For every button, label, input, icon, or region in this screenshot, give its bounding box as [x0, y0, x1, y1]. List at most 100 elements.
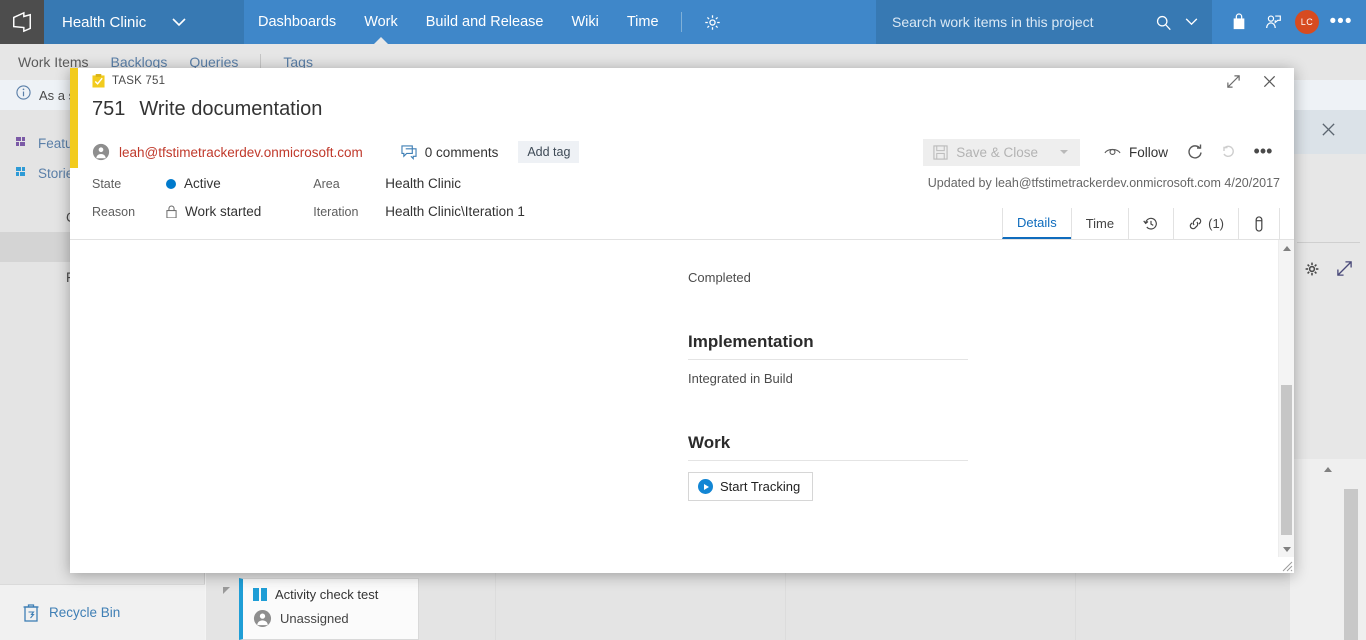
- tab-history[interactable]: [1128, 208, 1173, 239]
- board-card[interactable]: Activity check test Unassigned: [239, 578, 419, 640]
- reason-text: Work started: [185, 204, 262, 219]
- resize-grip-icon[interactable]: [1279, 558, 1293, 572]
- lock-icon: [166, 205, 177, 218]
- details-content: Completed Implementation Integrated in B…: [688, 270, 968, 501]
- close-icon[interactable]: [1256, 70, 1282, 92]
- gear-icon[interactable]: [690, 0, 735, 44]
- ellipsis-glyph: •••: [1329, 11, 1353, 33]
- tiles-icon: [16, 167, 25, 176]
- dialog-scrollbar[interactable]: [1278, 240, 1294, 557]
- tiles-icon: [16, 137, 25, 146]
- field-label-iteration: Iteration: [313, 204, 359, 219]
- field-label-reason: Reason: [92, 204, 136, 219]
- nav-item-time[interactable]: Time: [613, 0, 673, 44]
- nav-item-work[interactable]: Work: [350, 0, 412, 44]
- field-state: State Active: [92, 176, 261, 191]
- follow-button[interactable]: Follow: [1094, 139, 1178, 166]
- section-work: Work Start Tracking: [688, 433, 968, 501]
- nav-item-wiki[interactable]: Wiki: [557, 0, 612, 44]
- ellipsis-horizontal-icon[interactable]: •••: [1246, 138, 1280, 166]
- card-assignee-row: Unassigned: [253, 609, 408, 628]
- tab-label: (1): [1208, 216, 1224, 231]
- dialog-meta-row: leah@tfstimetrackerdev.onmicrosoft.com 0…: [92, 135, 1280, 169]
- attachment-clip-icon: [1255, 215, 1263, 232]
- link-chain-icon: [1189, 217, 1202, 230]
- expand-diagonal-icon[interactable]: [1220, 70, 1246, 92]
- assignee-field[interactable]: leah@tfstimetrackerdev.onmicrosoft.com: [92, 143, 363, 161]
- refresh-icon[interactable]: [1178, 138, 1212, 166]
- scroll-up-button[interactable]: [1279, 240, 1294, 256]
- section-implementation: Implementation Integrated in Build: [688, 332, 968, 386]
- nav-item-dashboards[interactable]: Dashboards: [244, 0, 350, 44]
- triangle-up-icon: [1324, 467, 1332, 472]
- panel-divider: [1297, 242, 1360, 243]
- person-icon: [253, 609, 272, 628]
- save-disk-icon: [933, 144, 948, 160]
- tab-time[interactable]: Time: [1070, 208, 1128, 239]
- logo-glyph: [13, 11, 31, 33]
- work-item-title[interactable]: Write documentation: [139, 98, 322, 121]
- updated-by-text: Updated by leah@tfstimetrackerdev.onmicr…: [927, 176, 1280, 190]
- azure-devops-logo-icon[interactable]: [0, 0, 44, 44]
- top-navigation-bar: Health Clinic Dashboards Work Build and …: [0, 0, 1366, 44]
- search-container[interactable]: Search work items in this project: [876, 0, 1212, 44]
- field-column-left: State Active Reason Work started: [92, 176, 261, 219]
- triangle-up-icon: [1282, 245, 1291, 251]
- tab-details[interactable]: Details: [1001, 208, 1071, 239]
- tab-label: Details: [1016, 215, 1057, 230]
- start-tracking-button[interactable]: Start Tracking: [688, 472, 814, 501]
- triangle-down-icon: [1282, 546, 1291, 552]
- field-reason: Reason Work started: [92, 204, 261, 219]
- primary-nav: Dashboards Work Build and Release Wiki T…: [244, 0, 735, 44]
- avatar[interactable]: LC: [1292, 0, 1322, 44]
- undo-icon: [1212, 138, 1246, 166]
- user-notification-icon[interactable]: [1258, 0, 1288, 44]
- play-circle-icon: [698, 479, 713, 494]
- search-icon[interactable]: [1155, 14, 1172, 31]
- scroll-up-button[interactable]: [1290, 459, 1366, 472]
- close-icon[interactable]: [1321, 122, 1336, 142]
- field-value-iteration[interactable]: Health Clinic\Iteration 1: [385, 204, 525, 219]
- card-title-row: Activity check test: [253, 587, 408, 602]
- card-collapse-caret[interactable]: [223, 587, 230, 594]
- project-selector[interactable]: Health Clinic: [44, 0, 244, 44]
- marketplace-bag-icon[interactable]: [1224, 0, 1254, 44]
- field-value-area[interactable]: Health Clinic: [385, 176, 461, 191]
- implementation-text: Integrated in Build: [688, 371, 793, 386]
- save-and-close-button[interactable]: Save & Close: [923, 138, 1080, 166]
- tab-attachments[interactable]: [1238, 208, 1280, 239]
- field-value-state[interactable]: Active: [166, 176, 221, 191]
- project-name: Health Clinic: [62, 13, 147, 31]
- nav-divider: [680, 12, 682, 32]
- recycle-bin-button[interactable]: Recycle Bin: [0, 584, 205, 640]
- expand-diagonal-icon[interactable]: [1336, 260, 1353, 282]
- state-dot-icon: [166, 178, 176, 189]
- add-tag-button[interactable]: Add tag: [518, 141, 580, 163]
- search-input[interactable]: Search work items in this project: [892, 14, 1147, 30]
- field-iteration: Iteration Health Clinic\Iteration 1: [313, 204, 525, 219]
- history-clock-icon: [1143, 217, 1157, 230]
- chevron-down-icon[interactable]: [1059, 150, 1068, 154]
- eye-follow-icon: [1104, 148, 1121, 156]
- dialog-type-label: TASK 751: [112, 75, 166, 87]
- field-column-right: Area Health Clinic Iteration Health Clin…: [313, 176, 525, 219]
- tab-links[interactable]: (1): [1173, 208, 1238, 239]
- nav-item-build-and-release[interactable]: Build and Release: [412, 0, 558, 44]
- background-scrollbar[interactable]: [1290, 459, 1366, 640]
- gear-icon[interactable]: [1304, 261, 1320, 282]
- implementation-heading: Implementation: [688, 332, 814, 351]
- field-label-state: State: [92, 176, 122, 191]
- work-item-id: 751: [92, 98, 126, 120]
- comments-link[interactable]: 0 comments: [401, 144, 499, 160]
- panel-header: [1291, 110, 1366, 154]
- comment-icon: [401, 144, 417, 160]
- search-chevron-down-icon[interactable]: [1180, 18, 1202, 26]
- scrollbar-thumb[interactable]: [1344, 489, 1358, 640]
- scrollbar-thumb[interactable]: [1281, 385, 1292, 535]
- work-heading: Work: [688, 433, 731, 452]
- ellipsis-horizontal-icon[interactable]: •••: [1326, 0, 1356, 44]
- comments-count: 0 comments: [424, 144, 499, 160]
- person-avatar-icon: [92, 143, 110, 161]
- scroll-down-button[interactable]: [1279, 541, 1294, 557]
- dialog-fields: State Active Reason Work started Area He…: [92, 176, 525, 219]
